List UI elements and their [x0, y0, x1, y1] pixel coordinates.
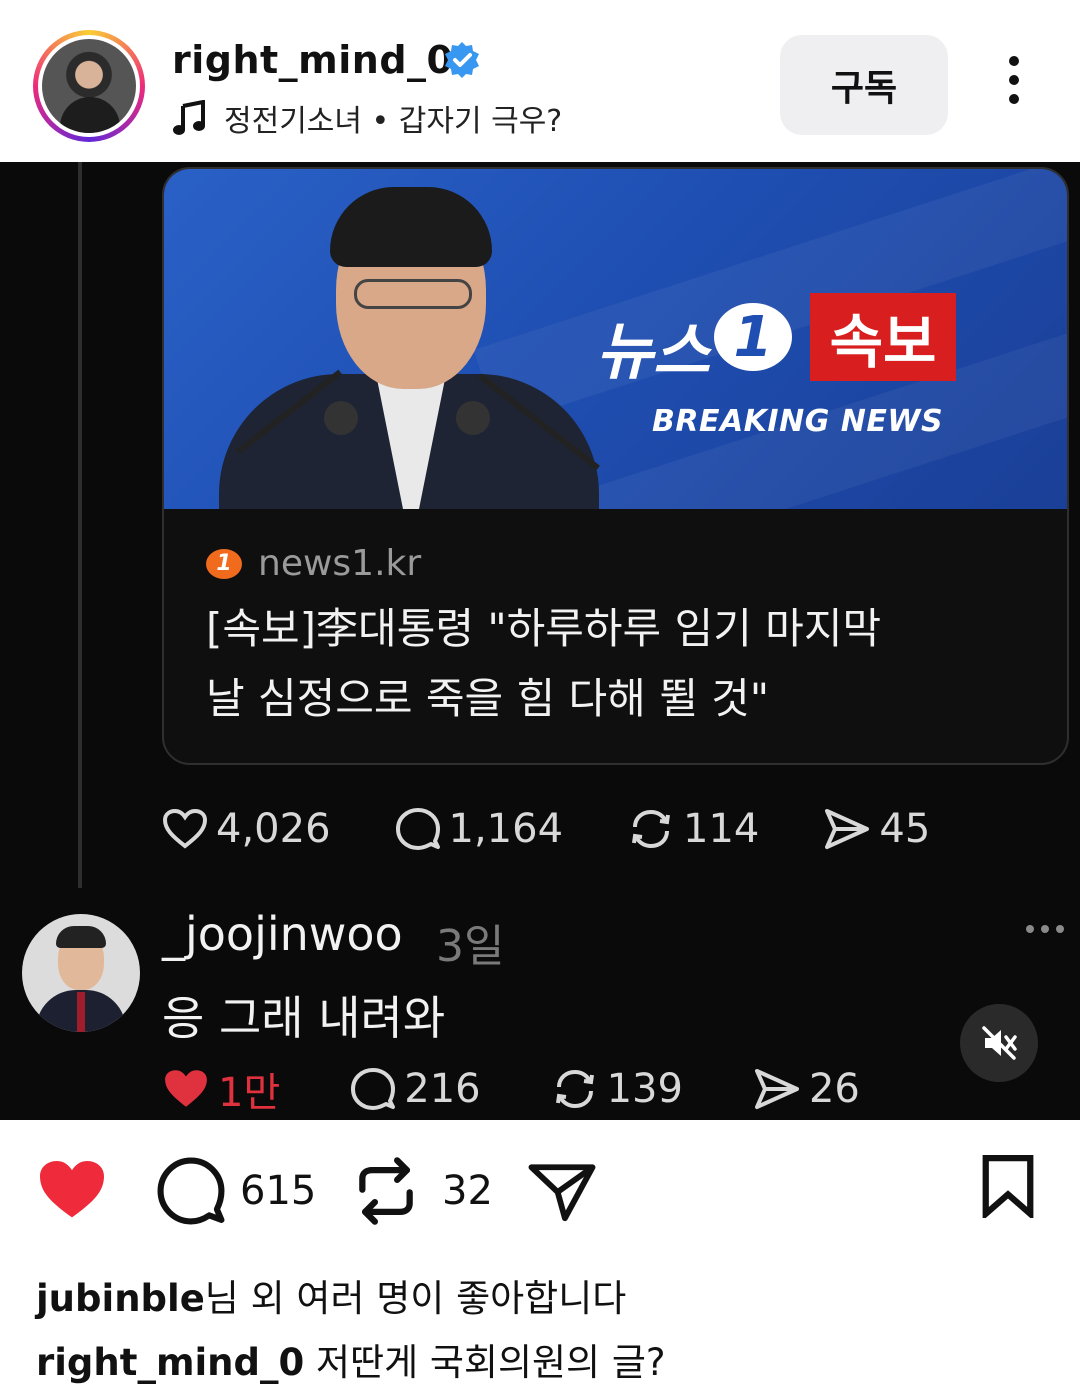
share-button[interactable] [526, 1160, 598, 1224]
heart-filled-icon [165, 1070, 207, 1107]
likes-summary[interactable]: jubinble님 외 여러 명이 좋아합니다 [36, 1268, 626, 1322]
caption-username[interactable]: right_mind_0 [36, 1341, 304, 1384]
music-title: 정전기소녀 • 갑자기 극우? [224, 104, 563, 139]
post-caption: right_mind_0 저딴게 국회의원의 글? [36, 1332, 666, 1384]
breaking-badge: 속보 [810, 293, 956, 381]
music-note-icon [173, 100, 205, 135]
reply-comment-count: 216 [404, 1066, 481, 1112]
save-button[interactable] [980, 1154, 1036, 1218]
heart-filled-icon [40, 1161, 104, 1218]
bookmark-icon [982, 1155, 1034, 1218]
likes-summary-user[interactable]: jubinble [36, 1277, 205, 1320]
profile-avatar[interactable] [33, 30, 145, 142]
reply-comment-stat[interactable]: 216 [350, 1066, 481, 1112]
post-actions: 615 32 jubinble님 외 여러 명이 좋아합니다 right_min… [0, 1120, 1080, 1384]
comment-bubble-icon [157, 1157, 225, 1225]
more-options-icon[interactable] [998, 56, 1030, 112]
news1-logo: 1 [714, 303, 792, 371]
reply-share-stat[interactable]: 26 [753, 1066, 860, 1112]
reply-repost-count: 139 [606, 1066, 683, 1112]
send-icon [825, 809, 870, 849]
comment-icon [351, 1068, 396, 1110]
repost-count-bottom: 32 [442, 1168, 493, 1214]
news-thumbnail: 뉴스 1 속보 BREAKING NEWS [164, 169, 1067, 509]
send-paper-plane-icon [528, 1164, 596, 1222]
news1-source-icon: 1 [206, 548, 242, 579]
comment-button[interactable]: 615 [156, 1156, 316, 1226]
reply-text: 응 그래 내려와 [162, 991, 446, 1045]
mute-button[interactable] [960, 1004, 1038, 1082]
comment-icon [395, 808, 440, 850]
comment-count: 1,164 [448, 806, 564, 852]
username[interactable]: right_mind_0 [172, 38, 454, 82]
repost-arrows-icon [359, 1157, 413, 1225]
thread-line [78, 162, 82, 888]
post-header: right_mind_0 정전기소녀 • 갑자기 극우? 구독 [0, 0, 1080, 162]
reply-like-stat[interactable]: 1만 [162, 1060, 280, 1118]
caption-text: 저딴게 국회의원의 글? [316, 1341, 666, 1384]
speaker-muted-icon [982, 1026, 1017, 1060]
repost-stat[interactable]: 114 [627, 806, 759, 852]
headline-line-2: 날 심정으로 죽을 힘 다해 뛸 것" [206, 674, 770, 723]
like-stat[interactable]: 4,026 [162, 806, 331, 852]
reply-username[interactable]: _joojinwoo [162, 907, 403, 961]
likes-summary-text: 님 외 여러 명이 좋아합니다 [204, 1277, 627, 1320]
send-icon [754, 1069, 799, 1109]
repost-count: 114 [683, 806, 760, 852]
subscribe-button[interactable]: 구독 [780, 35, 948, 135]
reply-more-icon[interactable] [1026, 925, 1071, 933]
post-media[interactable]: 뉴스 1 속보 BREAKING NEWS 1 news1.kr [속보]李대통… [0, 162, 1080, 1120]
repost-button[interactable]: 32 [354, 1156, 493, 1226]
news-source: 1 news1.kr [206, 543, 421, 584]
reply-repost-stat[interactable]: 139 [551, 1066, 683, 1112]
breaking-news-label: BREAKING NEWS [652, 404, 944, 439]
news-link-card[interactable]: 뉴스 1 속보 BREAKING NEWS 1 news1.kr [속보]李대통… [162, 167, 1069, 765]
news1-brand-text: 뉴스 [596, 315, 711, 388]
reply-avatar[interactable] [22, 914, 140, 1032]
reply-stats: 1만 216 139 26 [162, 1060, 930, 1118]
news-source-domain: news1.kr [258, 543, 422, 584]
repost-icon [632, 809, 671, 849]
reply-like-count: 1만 [218, 1070, 281, 1116]
comment-count-bottom: 615 [240, 1168, 317, 1214]
comment-stat[interactable]: 1,164 [395, 806, 564, 852]
heart-outline-icon [162, 808, 208, 849]
news-headline: [속보]李대통령 "하루하루 임기 마지막 날 심정으로 죽을 힘 다해 뛸 것… [206, 594, 1026, 734]
share-stat[interactable]: 45 [823, 806, 930, 852]
repost-icon [555, 1069, 594, 1109]
verified-badge-icon [445, 42, 479, 78]
like-button[interactable] [36, 1158, 108, 1222]
post-stats: 4,026 1,164 114 45 [162, 806, 994, 852]
music-info[interactable]: 정전기소녀 • 갑자기 극우? [172, 96, 562, 140]
reply-share-count: 26 [808, 1066, 860, 1112]
like-count: 4,026 [216, 806, 331, 852]
share-count: 45 [879, 806, 931, 852]
headline-line-1: [속보]李대통령 "하루하루 임기 마지막 [206, 604, 882, 653]
reply-timestamp: 3일 [436, 921, 505, 972]
